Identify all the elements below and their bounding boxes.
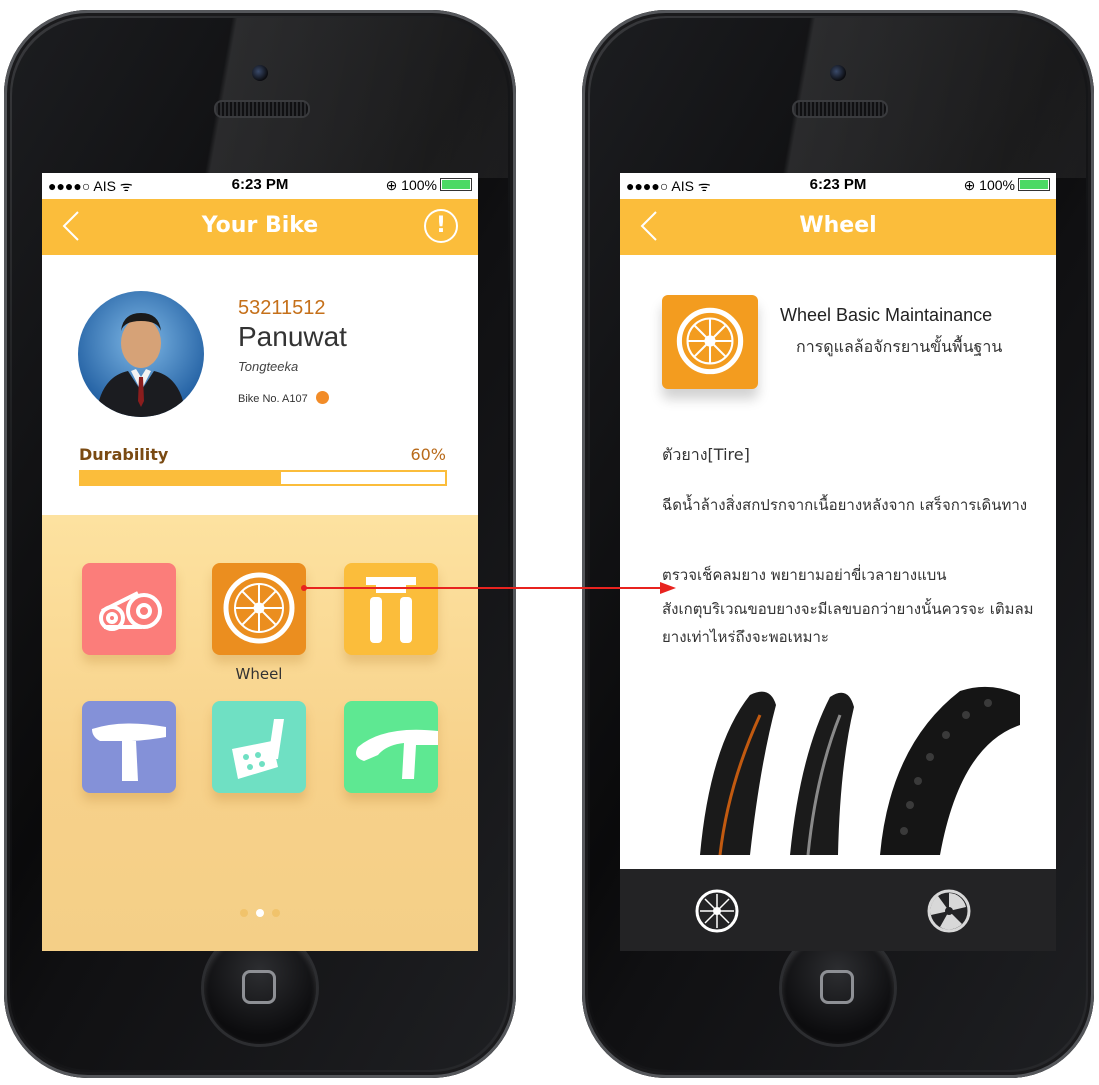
durability-bar <box>79 470 447 486</box>
battery-icon <box>440 178 472 191</box>
profile-card: 53211512 Panuwat Tongteeka Bike No. A107… <box>42 255 478 515</box>
tires-image <box>700 686 1020 855</box>
bike-number: Bike No. A107 <box>238 391 329 405</box>
home-square-icon <box>820 970 854 1004</box>
battery: ⊕ 100% <box>964 177 1050 194</box>
avatar <box>78 291 204 417</box>
wheel-screen: ●●●●○ AIS ᯤ 6:23 PM ⊕ 100% Wheel Wheel B… <box>620 173 1056 951</box>
battery-icon <box>1018 178 1050 191</box>
home-square-icon <box>242 970 276 1004</box>
wheel-icon <box>223 572 295 644</box>
tile-pedal[interactable] <box>212 701 306 793</box>
student-id: 53211512 <box>238 297 326 319</box>
wheel-tab-icon[interactable] <box>694 888 740 934</box>
paragraph: ฉีดน้ำล้างสิ่งสกปรกจากเนื้อยางหลังจาก เส… <box>662 496 1028 514</box>
phone-left: ●●●●○ AIS ᯤ 6:23 PM ⊕ 100% Your Bike ! 5… <box>4 10 516 1078</box>
durability-value: 60% <box>410 445 446 464</box>
paragraph: สังเกตุบริเวณขอบยางจะมีเลขบอกว่ายางนั้นค… <box>662 600 1034 646</box>
phone-right: ●●●●○ AIS ᯤ 6:23 PM ⊕ 100% Wheel Wheel B… <box>582 10 1094 1078</box>
handlebar-icon <box>356 729 438 779</box>
chain-icon <box>99 591 162 631</box>
pedal-icon <box>232 719 284 779</box>
page-title: Your Bike <box>201 213 319 238</box>
tile-wheel-label: Wheel <box>235 665 283 683</box>
speaker <box>214 100 310 118</box>
page-dot[interactable] <box>272 909 280 917</box>
camera <box>830 65 846 81</box>
page-dot[interactable] <box>240 909 248 917</box>
camera <box>252 65 268 81</box>
page-title: Wheel <box>799 213 877 238</box>
page-dot[interactable] <box>256 909 264 917</box>
tile-wheel[interactable] <box>212 563 306 655</box>
info-button[interactable]: ! <box>424 209 458 243</box>
tile-seat[interactable] <box>82 701 176 793</box>
paragraph: ตรวจเช็คลมยาง พยายามอย่าขี่เวลายางแบน <box>662 566 947 584</box>
article-title: Wheel Basic Maintainance <box>780 305 993 325</box>
nav-bar: Your Bike ! <box>42 199 478 255</box>
article-subtitle: การดูแลล้อจักรยานขั้นพื้นฐาน <box>796 337 1003 356</box>
page-indicator[interactable] <box>42 902 478 921</box>
user-surname: Tongteeka <box>238 359 299 374</box>
status-bar: ●●●●○ AIS ᯤ 6:23 PM ⊕ 100% <box>620 173 1056 199</box>
battery: ⊕ 100% <box>386 177 472 194</box>
durability-bar-fill <box>81 472 282 484</box>
your-bike-screen: ●●●●○ AIS ᯤ 6:23 PM ⊕ 100% Your Bike ! 5… <box>42 173 478 951</box>
tile-handlebar[interactable] <box>344 701 438 793</box>
tile-chain[interactable] <box>82 563 176 655</box>
user-name: Panuwat <box>238 321 347 352</box>
wheel-icon <box>662 295 758 389</box>
transition-arrow <box>301 582 676 594</box>
brake-icon <box>366 577 416 643</box>
section-heading: ตัวยาง[Tire] <box>662 445 750 464</box>
wheel-content: Wheel Basic Maintainance การดูแลล้อจักรย… <box>620 255 1056 855</box>
status-bar: ●●●●○ AIS ᯤ 6:23 PM ⊕ 100% <box>42 173 478 199</box>
wheel-alt-tab-icon[interactable] <box>926 888 972 934</box>
tile-brake[interactable] <box>344 563 438 655</box>
parts-grid: Wheel <box>42 515 478 951</box>
nav-bar: Wheel <box>620 199 1056 255</box>
seat-icon <box>92 723 166 781</box>
durability-label: Durability <box>79 445 169 464</box>
bike-status-dot <box>315 391 329 404</box>
speaker <box>792 100 888 118</box>
tab-bar <box>620 869 1056 951</box>
